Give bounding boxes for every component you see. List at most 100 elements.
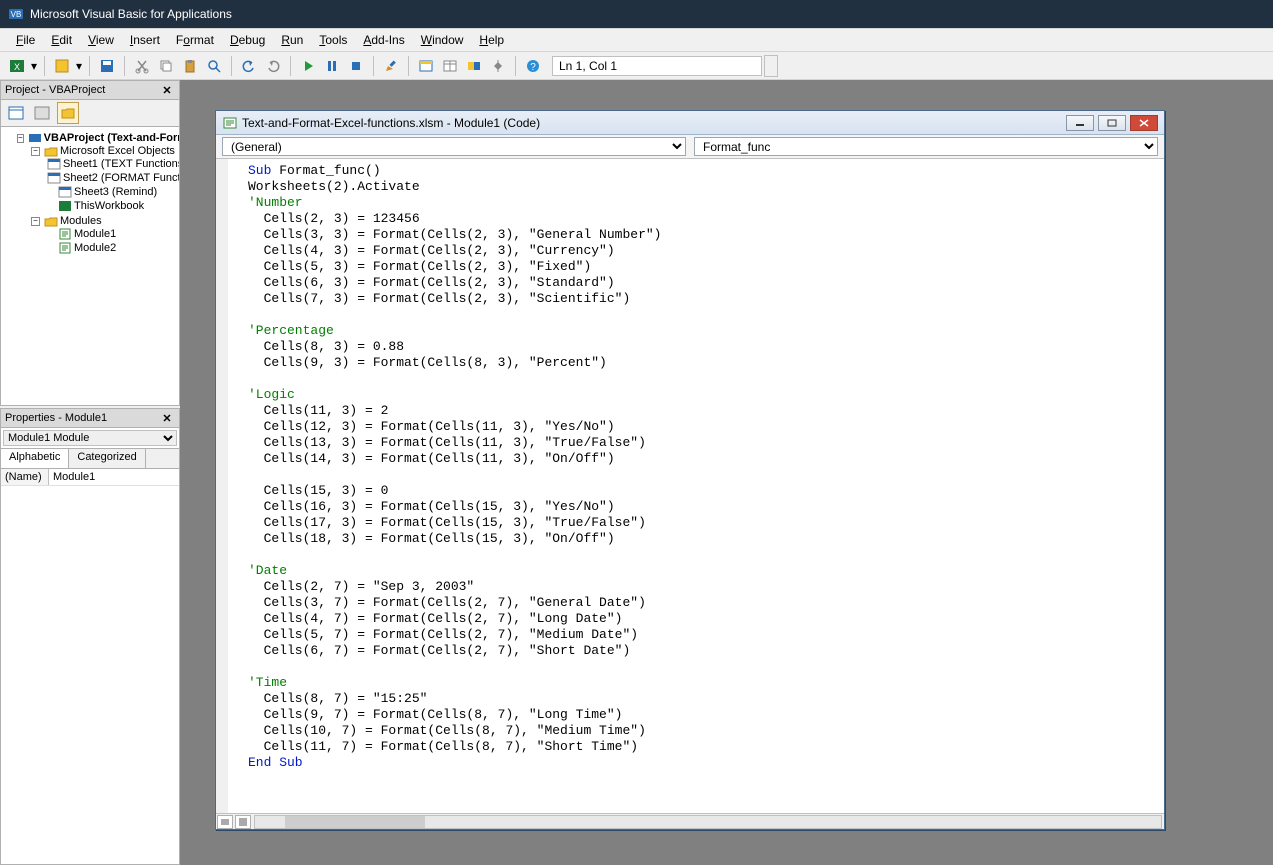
properties-panel-title: Properties - Module1 xyxy=(5,412,107,424)
menu-format[interactable]: Format xyxy=(168,31,222,49)
left-panels: Project - VBAProject ✕ −VBAProject (Text… xyxy=(0,80,180,865)
menu-help[interactable]: Help xyxy=(471,31,512,49)
svg-text:VB: VB xyxy=(11,10,22,19)
cut-button[interactable] xyxy=(131,55,153,77)
design-mode-button[interactable] xyxy=(380,55,402,77)
tree-excel-objects-label: Microsoft Excel Objects xyxy=(60,145,175,157)
help-button[interactable]: ? xyxy=(522,55,544,77)
minimize-button[interactable] xyxy=(1066,115,1094,131)
menu-view[interactable]: View xyxy=(80,31,122,49)
separator xyxy=(515,56,516,76)
properties-object-selector[interactable]: Module1 Module xyxy=(3,430,177,446)
tree-item-label: Sheet2 (FORMAT Function) xyxy=(63,172,180,184)
full-module-view-button[interactable] xyxy=(235,815,251,829)
tree-item-label: Sheet1 (TEXT Functions) xyxy=(63,158,180,170)
property-name: (Name) xyxy=(1,469,49,485)
project-panel-close-button[interactable]: ✕ xyxy=(159,82,175,98)
code-window-dropdowns: (General) Format_func xyxy=(216,135,1164,159)
project-explorer-button[interactable] xyxy=(415,55,437,77)
menu-edit[interactable]: Edit xyxy=(43,31,80,49)
menu-insert[interactable]: Insert xyxy=(122,31,168,49)
separator xyxy=(290,56,291,76)
app-title: Microsoft Visual Basic for Applications xyxy=(30,7,232,21)
run-button[interactable] xyxy=(297,55,319,77)
code-window-footer xyxy=(216,813,1164,829)
tree-module-item[interactable]: Module2 xyxy=(45,242,177,254)
code-window-title: Text-and-Format-Excel-functions.xlsm - M… xyxy=(242,116,540,130)
view-object-button[interactable] xyxy=(31,102,53,124)
find-button[interactable] xyxy=(203,55,225,77)
redo-button[interactable] xyxy=(262,55,284,77)
property-value[interactable]: Module1 xyxy=(49,469,99,485)
properties-object-selector-wrap: Module1 Module xyxy=(0,428,180,449)
save-button[interactable] xyxy=(96,55,118,77)
app-icon: VB xyxy=(8,6,24,22)
break-button[interactable] xyxy=(321,55,343,77)
horizontal-scrollbar[interactable] xyxy=(254,815,1162,829)
menu-run[interactable]: Run xyxy=(273,31,311,49)
project-panel-toolbar xyxy=(0,100,180,126)
tree-root-label: VBAProject (Text-and-Format-Excel-functi… xyxy=(44,132,180,144)
tree-sheet-item[interactable]: Sheet1 (TEXT Functions) xyxy=(45,158,177,170)
separator xyxy=(373,56,374,76)
tree-modules-label: Modules xyxy=(60,215,102,227)
undo-button[interactable] xyxy=(238,55,260,77)
separator xyxy=(408,56,409,76)
procedure-view-button[interactable] xyxy=(217,815,233,829)
procedure-dropdown[interactable]: Format_func xyxy=(694,137,1158,156)
project-panel-title-bar: Project - VBAProject ✕ xyxy=(0,80,180,100)
menu-addins[interactable]: Add-Ins xyxy=(355,31,412,49)
menu-window[interactable]: Window xyxy=(413,31,472,49)
code-editor[interactable]: Sub Format_func() Worksheets(2).Activate… xyxy=(216,159,1164,813)
toolbox-button[interactable] xyxy=(487,55,509,77)
code-window: Text-and-Format-Excel-functions.xlsm - M… xyxy=(215,110,1165,830)
tree-root[interactable]: −VBAProject (Text-and-Format-Excel-funct… xyxy=(17,132,177,144)
tab-alphabetic[interactable]: Alphabetic xyxy=(1,449,69,468)
properties-tabs: Alphabetic Categorized xyxy=(0,449,180,469)
svg-text:X: X xyxy=(14,62,20,72)
menu-debug[interactable]: Debug xyxy=(222,31,273,49)
menu-bar: File Edit View Insert Format Debug Run T… xyxy=(0,28,1273,52)
properties-window-button[interactable] xyxy=(439,55,461,77)
tree-sheet-item[interactable]: Sheet2 (FORMAT Function) xyxy=(45,172,177,184)
dropdown-icon[interactable]: ▾ xyxy=(75,55,83,77)
tree-item-label: Sheet3 (Remind) xyxy=(74,186,157,198)
menu-tools[interactable]: Tools xyxy=(311,31,355,49)
paste-button[interactable] xyxy=(179,55,201,77)
standard-toolbar: X ▾ ▾ ? Ln 1, Col 1 xyxy=(0,52,1273,80)
toolbar-overflow[interactable] xyxy=(764,55,778,77)
tree-sheet-item[interactable]: Sheet3 (Remind) xyxy=(45,186,177,198)
view-code-button[interactable] xyxy=(5,102,27,124)
object-browser-button[interactable] xyxy=(463,55,485,77)
tree-module-item[interactable]: Module1 xyxy=(45,228,177,240)
separator xyxy=(89,56,90,76)
tree-item-label: ThisWorkbook xyxy=(74,200,144,212)
tree-modules-folder[interactable]: −Modules xyxy=(31,215,177,227)
menu-file[interactable]: File xyxy=(8,31,43,49)
code-window-title-bar[interactable]: Text-and-Format-Excel-functions.xlsm - M… xyxy=(216,111,1164,135)
dropdown-icon[interactable]: ▾ xyxy=(30,55,38,77)
view-excel-button[interactable]: X xyxy=(6,55,28,77)
tree-item-label: Module2 xyxy=(74,242,116,254)
toggle-folders-button[interactable] xyxy=(57,102,79,124)
tree-sheet-item[interactable]: ThisWorkbook xyxy=(45,200,177,212)
mdi-area: Text-and-Format-Excel-functions.xlsm - M… xyxy=(180,80,1273,865)
properties-grid[interactable]: (Name) Module1 xyxy=(0,469,180,865)
insert-button[interactable] xyxy=(51,55,73,77)
object-dropdown[interactable]: (General) xyxy=(222,137,686,156)
separator xyxy=(124,56,125,76)
cursor-position: Ln 1, Col 1 xyxy=(552,56,762,76)
tree-item-label: Module1 xyxy=(74,228,116,240)
reset-button[interactable] xyxy=(345,55,367,77)
properties-panel-title-bar: Properties - Module1 ✕ xyxy=(0,408,180,428)
property-row[interactable]: (Name) Module1 xyxy=(1,469,179,486)
copy-button[interactable] xyxy=(155,55,177,77)
project-tree[interactable]: −VBAProject (Text-and-Format-Excel-funct… xyxy=(0,126,180,406)
maximize-button[interactable] xyxy=(1098,115,1126,131)
tree-excel-objects[interactable]: −Microsoft Excel Objects xyxy=(31,145,177,157)
close-button[interactable] xyxy=(1130,115,1158,131)
properties-panel-close-button[interactable]: ✕ xyxy=(159,410,175,426)
tab-categorized[interactable]: Categorized xyxy=(69,449,145,468)
title-bar: VB Microsoft Visual Basic for Applicatio… xyxy=(0,0,1273,28)
project-panel-title: Project - VBAProject xyxy=(5,84,105,96)
